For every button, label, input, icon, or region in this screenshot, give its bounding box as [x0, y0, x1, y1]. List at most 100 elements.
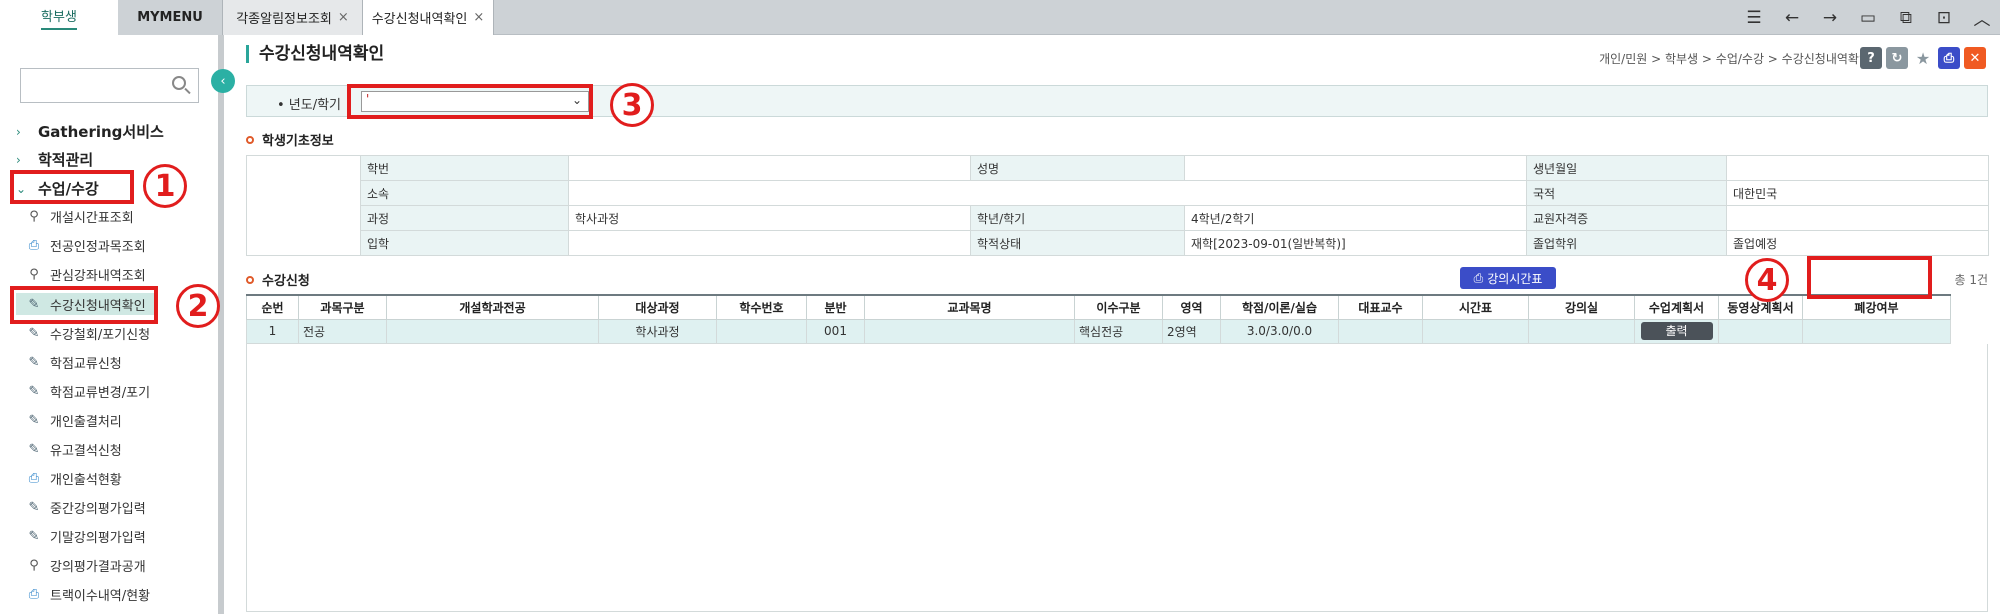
- section-bullet-icon: [246, 135, 254, 144]
- sidebar-item-credit-exchange[interactable]: ✎ 학점교류신청: [26, 351, 122, 373]
- close-icon[interactable]: ✕: [1964, 47, 1986, 69]
- sidebar-item-midterm-eval[interactable]: ✎ 중간강의평가입력: [26, 496, 146, 518]
- info-label: 성명: [970, 155, 1185, 181]
- sidebar-item-label: 강의평가결과공개: [50, 559, 146, 575]
- edit-icon: ✎: [28, 528, 40, 544]
- sidebar-item-eval-results[interactable]: ⚲ 강의평가결과공개: [26, 554, 146, 576]
- sidebar-item-attendance-process[interactable]: ✎ 개인출결처리: [26, 409, 122, 431]
- top-toolbar: ☰ ← → ▭ ⧉ ⊡ ︿: [1744, 0, 1992, 35]
- breadcrumb: 개인/민원 > 학부생 > 수업/수강 > 수강신청내역확인: [1599, 52, 1870, 66]
- sidebar-item-timetable[interactable]: ⚲ 개설시간표조회: [26, 205, 134, 227]
- arrow-right-icon[interactable]: →: [1820, 8, 1840, 28]
- edit-icon: ✎: [28, 441, 40, 457]
- window-icon[interactable]: ▭: [1858, 8, 1878, 28]
- annotation-box-3: [347, 84, 593, 119]
- sidebar-item-label: 개설시간표조회: [50, 210, 134, 226]
- column-header[interactable]: 수업계획서: [1634, 294, 1719, 320]
- new-window-icon[interactable]: ⊡: [1934, 8, 1954, 28]
- tab-haksaeng[interactable]: 학부생: [0, 0, 118, 35]
- registration-section-title: 수강신청: [246, 270, 310, 289]
- chevron-left-icon: ‹: [220, 73, 226, 89]
- column-header[interactable]: 분반: [806, 294, 865, 320]
- chevron-up-icon[interactable]: ︿: [1972, 5, 1992, 30]
- search-icon: ⚲: [29, 266, 39, 282]
- table-cell: [386, 318, 599, 344]
- info-label: 소속: [360, 180, 569, 206]
- table-cell: [864, 318, 1075, 344]
- column-header[interactable]: 대상과정: [598, 294, 717, 320]
- sidebar-group-gathering[interactable]: › Gathering서비스: [16, 121, 164, 142]
- sidebar-item-final-eval[interactable]: ✎ 기말강의평가입력: [26, 525, 146, 547]
- sidebar-item-track-status[interactable]: ⎙ 트랙이수내역/현황: [26, 583, 150, 605]
- search-icon[interactable]: [172, 76, 186, 90]
- tab-label: 학부생: [41, 6, 77, 30]
- tab-notification-info[interactable]: 각종알림정보조회 ×: [222, 0, 362, 35]
- column-header[interactable]: 개설학과전공: [386, 294, 599, 320]
- close-icon[interactable]: ×: [473, 10, 484, 25]
- close-icon[interactable]: ×: [338, 10, 349, 25]
- tab-course-registration[interactable]: 수강신청내역확인 ×: [362, 0, 494, 35]
- info-value: [1726, 205, 1989, 231]
- sidebar-scrollbar[interactable]: [218, 35, 224, 614]
- lecture-timetable-button[interactable]: ⎙ 강의시간표: [1460, 267, 1556, 289]
- info-value: 재학[2023-09-01(일반복학)]: [1184, 230, 1527, 256]
- column-header[interactable]: 순번: [246, 294, 299, 320]
- top-tab-bar: 학부생 MYMENU 각종알림정보조회 × 수강신청내역확인 × ☰ ← → ▭…: [0, 0, 2000, 35]
- info-value: [568, 180, 1527, 206]
- annotation-number-2: 2: [176, 284, 220, 328]
- table-empty-area: [246, 344, 1988, 612]
- printer-icon[interactable]: ⎙: [1938, 47, 1960, 69]
- sidebar-item-credit-exchange-change[interactable]: ✎ 학점교류변경/포기: [26, 380, 151, 402]
- column-header[interactable]: 학수번호: [716, 294, 807, 320]
- column-header[interactable]: 강의실: [1528, 294, 1635, 320]
- printer-icon: ⎙: [28, 586, 40, 602]
- sidebar-item-label: 개인출석현황: [50, 472, 122, 488]
- sidebar-item-withdraw[interactable]: ✎ 수강철회/포기신청: [26, 322, 151, 344]
- edit-icon: ✎: [28, 499, 40, 515]
- sidebar-collapse-button[interactable]: ‹: [211, 69, 235, 93]
- column-header[interactable]: 과목구분: [298, 294, 387, 320]
- tab-label: MYMENU: [137, 10, 203, 25]
- sidebar-item-label: 학점교류신청: [50, 356, 122, 372]
- table-cell: 출력: [1634, 318, 1719, 344]
- sidebar-search[interactable]: [20, 68, 199, 103]
- sidebar-item-absence-request[interactable]: ✎ 유고결석신청: [26, 438, 122, 460]
- main-content: 수강신청내역확인 개인/민원 > 학부생 > 수업/수강 > 수강신청내역확인 …: [236, 35, 2000, 614]
- edit-icon: ✎: [28, 412, 40, 428]
- sidebar-item-label: 기말강의평가입력: [50, 530, 146, 546]
- column-header[interactable]: 시간표: [1422, 294, 1529, 320]
- printer-icon: ⎙: [28, 237, 40, 253]
- edit-icon: ✎: [28, 354, 40, 370]
- sidebar-item-interest-courses[interactable]: ⚲ 관심강좌내역조회: [26, 263, 145, 285]
- table-cell: 3.0/3.0/0.0: [1220, 318, 1339, 344]
- column-header[interactable]: 대표교수: [1338, 294, 1423, 320]
- tile-icon[interactable]: ⧉: [1896, 8, 1916, 28]
- student-photo: [246, 155, 361, 256]
- table-header-row: 순번 과목구분 개설학과전공 대상과정 학수번호 분반 교과목명 이수구분 영역…: [246, 294, 1951, 320]
- group-label: 학적관리: [38, 151, 94, 169]
- sidebar-item-major-courses[interactable]: ⎙ 전공인정과목조회: [26, 234, 146, 256]
- menu-icon[interactable]: ☰: [1744, 8, 1764, 28]
- annotation-box-4: [1807, 256, 1932, 299]
- button-label: 강의시간표: [1487, 271, 1543, 286]
- student-info-section-title: 학생기초정보: [246, 130, 334, 149]
- table-cell: 001: [806, 318, 865, 344]
- refresh-icon[interactable]: ↻: [1886, 47, 1908, 69]
- column-header[interactable]: 이수구분: [1074, 294, 1163, 320]
- section-bullet-icon: [246, 275, 254, 284]
- chevron-right-icon: ›: [16, 152, 21, 167]
- star-icon[interactable]: ★: [1912, 47, 1934, 69]
- table-row[interactable]: 1 전공 학사과정 001 핵심전공 2영역 3.0/3.0/0.0 출력: [246, 318, 1951, 344]
- search-input[interactable]: [21, 69, 161, 102]
- info-label: 학년/학기: [970, 205, 1185, 231]
- syllabus-print-button[interactable]: 출력: [1640, 322, 1713, 340]
- column-header[interactable]: 학점/이론/실습: [1220, 294, 1339, 320]
- sidebar-item-label: 학점교류변경/포기: [50, 385, 151, 401]
- arrow-left-icon[interactable]: ←: [1782, 8, 1802, 28]
- sidebar-group-academic[interactable]: › 학적관리: [16, 149, 93, 170]
- help-icon[interactable]: ?: [1860, 47, 1882, 69]
- column-header[interactable]: 영역: [1162, 294, 1221, 320]
- column-header[interactable]: 교과목명: [864, 294, 1075, 320]
- sidebar-item-attendance-status[interactable]: ⎙ 개인출석현황: [26, 467, 122, 489]
- tab-mymenu[interactable]: MYMENU: [118, 0, 222, 35]
